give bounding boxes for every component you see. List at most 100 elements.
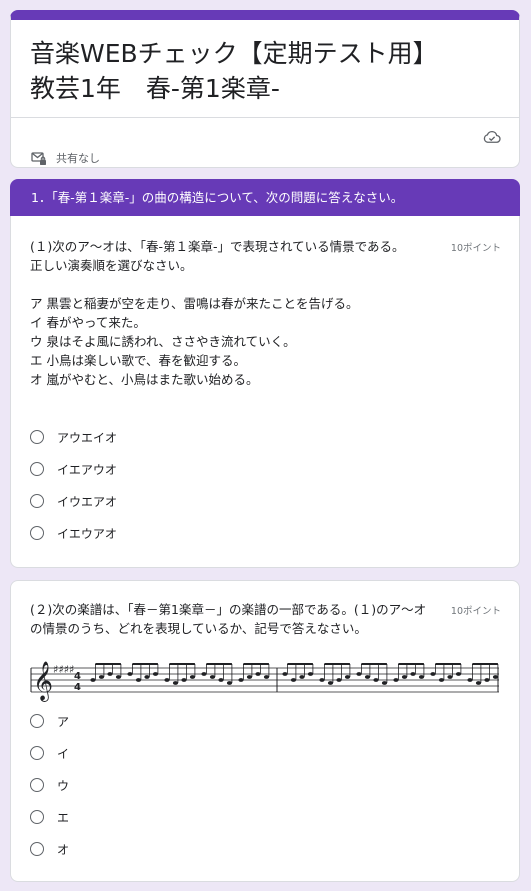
note-head [467, 678, 473, 682]
option-label: イエウアオ [57, 526, 117, 541]
radio-button[interactable] [30, 746, 44, 760]
note-head [115, 675, 122, 679]
q2-option[interactable]: エ [30, 801, 69, 833]
q2-points: 10ポイント [450, 606, 501, 617]
radio-button[interactable] [30, 714, 44, 728]
note-head [181, 678, 187, 682]
option-label: オ [57, 842, 70, 857]
option-label: イエアウオ [57, 462, 117, 477]
q1-option[interactable]: イエウアオ [30, 517, 117, 549]
scene-item: ア 黒雲と稲妻が空を走り、雷鳴は春が来たことを告げる。 [30, 296, 359, 311]
note-beam [95, 663, 121, 665]
q2-option[interactable]: イ [30, 737, 69, 769]
note-head [255, 672, 261, 676]
note-head [290, 678, 297, 682]
note-head [356, 672, 362, 676]
note-head [484, 678, 490, 682]
note-head [263, 675, 270, 679]
q1-option[interactable]: イウエアオ [30, 485, 117, 517]
question-card-2: (２)次の楽譜は、「春－第1楽章－」の楽譜の一部である。(１)のア〜オ の情景の… [10, 580, 520, 882]
note-head [172, 681, 179, 685]
scene-item: オ 嵐がやむと、小鳥はまた歌い始める。 [30, 372, 259, 387]
radio-button[interactable] [30, 462, 44, 476]
note-head [447, 675, 453, 679]
treble-clef-icon: 𝄞 [33, 661, 53, 702]
time-signature-bottom: 4 [74, 682, 81, 693]
note-head [201, 672, 207, 676]
note-head [410, 672, 416, 676]
note-head [90, 678, 96, 682]
note-head [319, 678, 325, 682]
sharing-status: 共有なし [31, 150, 100, 166]
staff-lines [30, 667, 499, 693]
q2-option[interactable]: オ [30, 833, 69, 865]
note-head [246, 675, 253, 679]
q2-option[interactable]: ウ [30, 769, 69, 801]
note-head [189, 675, 196, 679]
note-beam [472, 663, 498, 665]
note-head [336, 678, 342, 682]
note-head [299, 675, 305, 679]
q1-prompt: (１)次のア〜オは、「春-第１楽章-」で表現されている情景である。 正しい演奏順… [30, 237, 440, 275]
note-head [98, 675, 105, 679]
note-beam [287, 663, 313, 665]
note-head [127, 672, 133, 676]
radio-button[interactable] [30, 526, 44, 540]
radio-button[interactable] [30, 494, 44, 508]
note-head [238, 678, 244, 682]
q1-prompt-line-2: 正しい演奏順を選びなさい。 [30, 258, 193, 273]
note-head [226, 681, 233, 685]
q1-options: アウエイオ イエアウオ イウエアオ イエウアオ [30, 421, 117, 549]
note-beam [132, 663, 158, 665]
note-head [455, 672, 462, 676]
radio-button[interactable] [30, 778, 44, 792]
note-beam [435, 663, 461, 665]
note-head [364, 675, 371, 679]
music-score-image: 𝄞 ♯♯♯♯ 4 4 [30, 661, 499, 702]
form-title-line-1: 音楽WEBチェック【定期テスト用】 [30, 39, 438, 68]
note-head [430, 672, 436, 676]
note-beam [206, 663, 232, 665]
radio-button[interactable] [30, 430, 44, 444]
option-label: イ [57, 746, 70, 761]
note-head [475, 681, 482, 685]
option-label: ア [57, 714, 70, 729]
time-signature-top: 4 [74, 671, 81, 682]
q1-prompt-line-1: (１)次のア〜オは、「春-第１楽章-」で表現されている情景である。 [30, 239, 405, 254]
q2-options: ア イ ウ エ オ [30, 705, 69, 865]
question-card-1: (１)次のア〜オは、「春-第１楽章-」で表現されている情景である。 正しい演奏順… [10, 216, 520, 568]
sharp-signs: ♯♯♯♯ [53, 663, 74, 676]
note-head [418, 675, 425, 679]
cloud-check-icon[interactable] [483, 130, 501, 144]
scene-item: イ 春がやって来た。 [30, 315, 146, 330]
q2-option[interactable]: ア [30, 705, 69, 737]
note-head [492, 675, 499, 679]
note-beam [169, 663, 195, 665]
q1-points: 10ポイント [450, 243, 501, 254]
note-head [164, 678, 170, 682]
q1-scene-list: ア 黒雲と稲妻が空を走り、雷鳴は春が来たことを告げる。 イ 春がやって来た。 ウ… [30, 294, 440, 389]
note-beam [324, 663, 350, 665]
note-head [107, 672, 113, 676]
share-status-label: 共有なし [56, 152, 100, 165]
form-title-line-2: 教芸1年 春-第1楽章- [30, 74, 280, 103]
q1-option[interactable]: イエアウオ [30, 453, 117, 485]
note-beam [243, 663, 269, 665]
title-divider [11, 117, 519, 118]
radio-button[interactable] [30, 810, 44, 824]
note-head [381, 681, 388, 685]
q1-option[interactable]: アウエイオ [30, 421, 117, 453]
option-label: ウ [57, 778, 70, 793]
scene-item: ウ 泉はそよ風に誘われ、ささやき流れていく。 [30, 334, 296, 349]
radio-button[interactable] [30, 842, 44, 856]
note-head [393, 678, 399, 682]
note-head [209, 675, 216, 679]
q2-prompt: (２)次の楽譜は、「春－第1楽章－」の楽譜の一部である。(１)のア〜オ の情景の… [30, 600, 440, 638]
option-label: エ [57, 810, 70, 825]
note-head [218, 678, 224, 682]
note-head [344, 675, 351, 679]
note-head [144, 675, 150, 679]
form-title-card: 音楽WEBチェック【定期テスト用】 教芸1年 春-第1楽章- 共有なし [10, 10, 520, 168]
note-head [282, 672, 288, 676]
note-head [327, 681, 334, 685]
